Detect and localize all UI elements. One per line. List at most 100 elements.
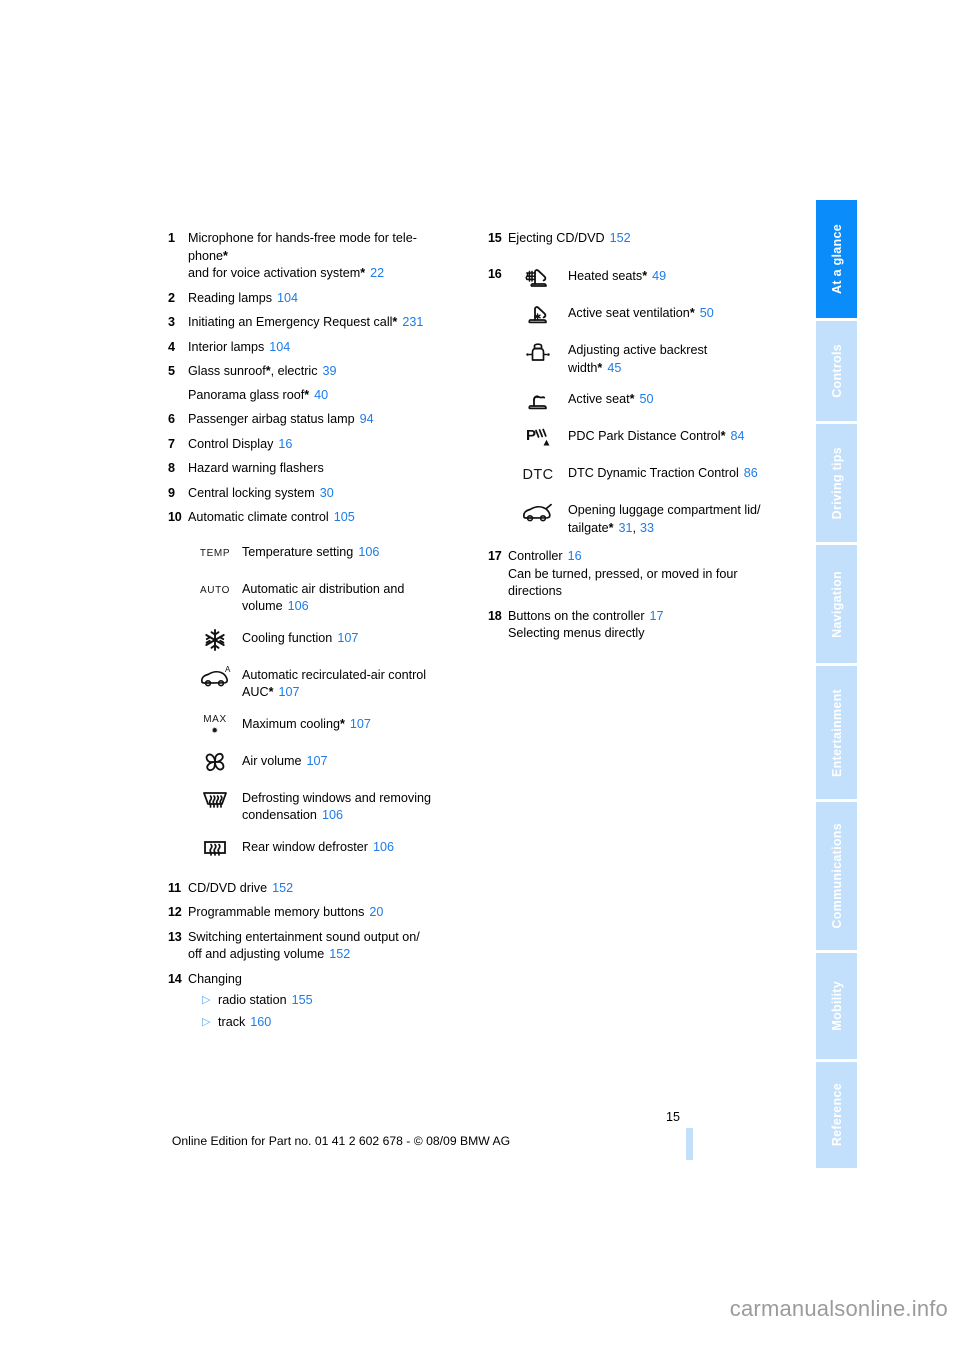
page-reference[interactable]: 104 bbox=[277, 291, 298, 305]
list-item: 3 Initiating an Emergency Request call* 2… bbox=[168, 314, 468, 332]
tab-communications[interactable]: Communications bbox=[816, 802, 857, 950]
tab-entertainment[interactable]: Entertainment bbox=[816, 666, 857, 799]
tab-label: Reference bbox=[829, 1083, 844, 1147]
recirculated-air-car-icon: A bbox=[188, 664, 242, 690]
page-reference[interactable]: 105 bbox=[334, 510, 355, 524]
page-reference[interactable]: 16 bbox=[568, 549, 582, 563]
page-reference[interactable]: 40 bbox=[314, 388, 328, 402]
list-item: 13 Switching entertainment sound output … bbox=[168, 929, 468, 964]
tab-navigation[interactable]: Navigation bbox=[816, 545, 857, 663]
item-body: Passenger airbag status lamp 94 bbox=[188, 412, 374, 426]
item-body: Glass sunroof*, electric 39 Panorama glas… bbox=[188, 363, 468, 404]
tab-label: Communications bbox=[829, 823, 844, 929]
page-reference[interactable]: 231 bbox=[402, 315, 423, 329]
option-star: * bbox=[339, 716, 345, 731]
item-line: and for voice activation system* 22 bbox=[188, 266, 385, 280]
icon-list-item: Active seat* 50 bbox=[508, 388, 788, 414]
pdc-icon: P bbox=[508, 425, 568, 451]
page-reference[interactable]: 106 bbox=[373, 840, 394, 854]
option-star: * bbox=[223, 248, 228, 263]
page-reference[interactable]: 106 bbox=[358, 545, 379, 559]
item-number: 8 bbox=[168, 461, 175, 475]
page-reference[interactable]: 39 bbox=[323, 364, 337, 378]
sub-list-item: ▷ radio station 155 bbox=[202, 992, 468, 1010]
page-reference[interactable]: 20 bbox=[369, 905, 383, 919]
page-reference[interactable]: 45 bbox=[607, 361, 621, 375]
edition-notice: Online Edition for Part no. 01 41 2 602 … bbox=[171, 1134, 511, 1148]
item-line: Buttons on the controller 17 bbox=[508, 608, 664, 623]
icon-list-item: P PDC Park Distance Control* 84 bbox=[508, 425, 788, 451]
item-line: off and adjusting volume 152 bbox=[188, 947, 351, 961]
item-line: Controller 16 bbox=[508, 549, 582, 563]
item-body: Central locking system 30 bbox=[188, 485, 334, 500]
item-line: Opening luggage compartment lid/ bbox=[568, 503, 761, 517]
item-line: phone* bbox=[188, 248, 228, 263]
icon-list-item: Adjusting active backrest width* 45 bbox=[508, 339, 788, 377]
icon-item-body: Adjusting active backrest width* 45 bbox=[568, 339, 788, 377]
page-reference[interactable]: 49 bbox=[652, 269, 666, 283]
item-line: Automatic air distribution and bbox=[242, 581, 405, 596]
page-reference[interactable]: 16 bbox=[278, 437, 292, 451]
page-reference[interactable]: 152 bbox=[272, 881, 293, 895]
page-reference[interactable]: 106 bbox=[288, 599, 309, 613]
option-star: * bbox=[392, 315, 398, 329]
item-body: Programmable memory buttons 20 bbox=[188, 905, 384, 919]
tab-driving-tips[interactable]: Driving tips bbox=[816, 424, 857, 542]
icon-item-body: Rear window defroster 106 bbox=[242, 839, 395, 854]
rear-window-defrost-icon bbox=[188, 836, 242, 862]
item-body: Buttons on the controller 17 Selecting me… bbox=[508, 608, 788, 643]
page-reference[interactable]: 107 bbox=[337, 631, 358, 645]
option-star: * bbox=[720, 429, 726, 443]
item-number: 12 bbox=[168, 905, 182, 919]
page-reference[interactable]: 107 bbox=[350, 717, 371, 731]
page-reference[interactable]: 50 bbox=[640, 392, 654, 406]
icon-item-body: Defrosting windows and removing condensa… bbox=[242, 787, 468, 825]
item-line: Selecting menus directly bbox=[508, 626, 645, 640]
page-reference[interactable]: 31 bbox=[619, 521, 633, 535]
icon-item-body: Cooling function 107 bbox=[242, 630, 359, 645]
page-number: 15 bbox=[665, 1110, 680, 1124]
icon-list-item: Heated seats* 49 bbox=[508, 265, 788, 291]
icon-list-item: A Automatic recirculated-air control AUC… bbox=[188, 664, 468, 702]
item-body: Controller 16 Can be turned, pressed, or … bbox=[508, 548, 788, 601]
option-star: * bbox=[629, 392, 635, 406]
manual-page: 1 Microphone for hands-free mode for tel… bbox=[0, 0, 960, 1358]
page-reference[interactable]: 94 bbox=[360, 412, 374, 426]
page-reference[interactable]: 107 bbox=[279, 685, 300, 699]
page-reference[interactable]: 155 bbox=[292, 993, 313, 1007]
tab-label: Navigation bbox=[829, 570, 844, 638]
item-number: 10 bbox=[168, 510, 182, 524]
option-star: * bbox=[689, 306, 695, 320]
page-reference[interactable]: 152 bbox=[610, 231, 631, 245]
page-reference[interactable]: 86 bbox=[744, 466, 758, 480]
item-line: width* 45 bbox=[568, 360, 622, 375]
page-reference[interactable]: 106 bbox=[322, 808, 343, 822]
page-reference[interactable]: 84 bbox=[730, 429, 744, 443]
tab-at-a-glance[interactable]: At a glance bbox=[816, 200, 857, 318]
triangle-bullet-icon: ▷ bbox=[202, 994, 211, 1006]
page-reference[interactable]: 30 bbox=[320, 486, 334, 500]
list-item: 6 Passenger airbag status lamp 94 bbox=[168, 411, 468, 429]
page-reference[interactable]: 104 bbox=[269, 340, 290, 354]
page-reference[interactable]: 152 bbox=[329, 947, 350, 961]
item-number: 5 bbox=[168, 364, 175, 378]
page-reference[interactable]: 107 bbox=[307, 754, 328, 768]
list-item: 5 Glass sunroof*, electric 39 Panorama gl… bbox=[168, 363, 468, 404]
item-number: 14 bbox=[168, 971, 182, 986]
page-reference[interactable]: 22 bbox=[370, 266, 384, 280]
tab-controls[interactable]: Controls bbox=[816, 321, 857, 421]
item-number: 11 bbox=[168, 880, 181, 895]
icon-item-body: PDC Park Distance Control* 84 bbox=[568, 429, 745, 443]
page-reference[interactable]: 33 bbox=[640, 521, 654, 535]
temp-text-icon: TEMP bbox=[188, 541, 242, 567]
option-star: * bbox=[268, 685, 274, 699]
page-reference[interactable]: 17 bbox=[650, 609, 664, 623]
tab-mobility[interactable]: Mobility bbox=[816, 953, 857, 1059]
item-number: 9 bbox=[168, 485, 175, 500]
page-reference[interactable]: 50 bbox=[700, 306, 714, 320]
left-content-column: 1 Microphone for hands-free mode for tel… bbox=[168, 230, 468, 1038]
tab-reference[interactable]: Reference bbox=[816, 1062, 857, 1168]
page-reference[interactable]: 160 bbox=[250, 1015, 271, 1029]
option-star: * bbox=[597, 360, 603, 375]
item-body: CD/DVD drive 152 bbox=[188, 880, 294, 895]
